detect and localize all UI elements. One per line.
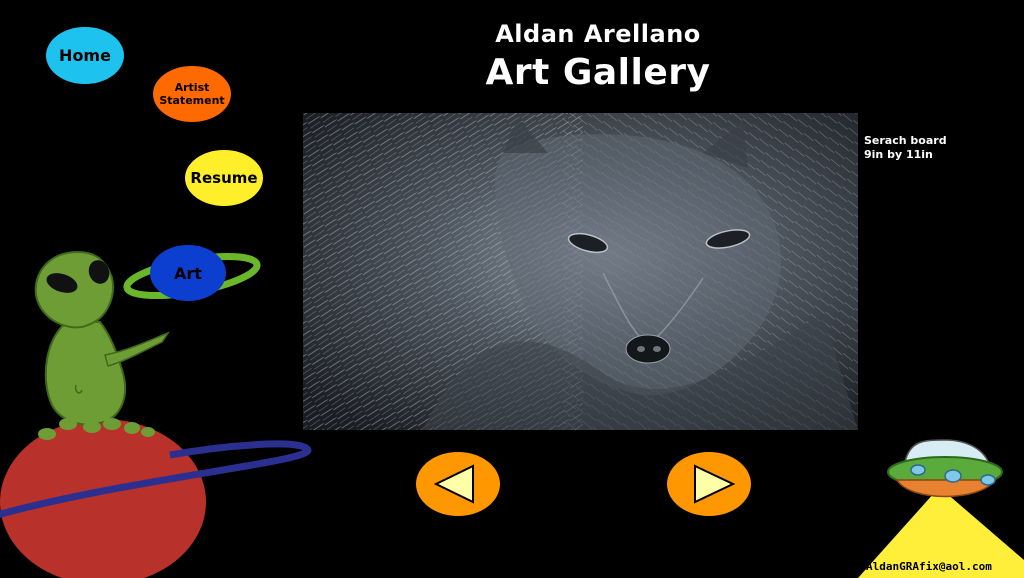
nav-artist-statement-label: Artist Statement <box>159 81 224 107</box>
nav-resume-label: Resume <box>190 169 258 187</box>
left-triangle-icon <box>433 464 474 504</box>
contact-email-link[interactable]: AldanGRAfix@aol.com <box>866 560 1022 573</box>
next-button[interactable] <box>667 452 751 516</box>
nav-resume-button[interactable]: Resume <box>185 150 263 206</box>
alien-icon <box>34 250 170 440</box>
wolf-artwork-icon <box>303 113 858 430</box>
artist-name: Aldan Arellano <box>495 20 701 48</box>
ufo-icon <box>887 439 1003 498</box>
right-triangle-icon <box>694 464 736 504</box>
nav-artist-statement-line1: Artist <box>174 81 210 94</box>
nav-home-button[interactable]: Home <box>46 27 124 84</box>
artwork-image <box>303 113 858 430</box>
nav-art-button[interactable]: Art <box>150 245 226 301</box>
nav-art-label: Art <box>174 263 202 283</box>
nav-home-label: Home <box>59 46 111 65</box>
previous-button[interactable] <box>416 452 500 516</box>
artwork-dimensions: 9in by 11in <box>864 148 933 161</box>
nav-artist-statement-line2: Statement <box>159 94 225 107</box>
page-title: Art Gallery <box>485 52 711 93</box>
red-planet-icon <box>0 419 206 578</box>
gallery-page: Aldan Arellano Art Gallery Home Artist S… <box>0 0 1024 578</box>
artwork-medium: Serach board <box>864 134 947 147</box>
nav-artist-statement-button[interactable]: Artist Statement <box>153 66 231 122</box>
artwork-caption: Serach board 9in by 11in <box>864 134 1014 162</box>
